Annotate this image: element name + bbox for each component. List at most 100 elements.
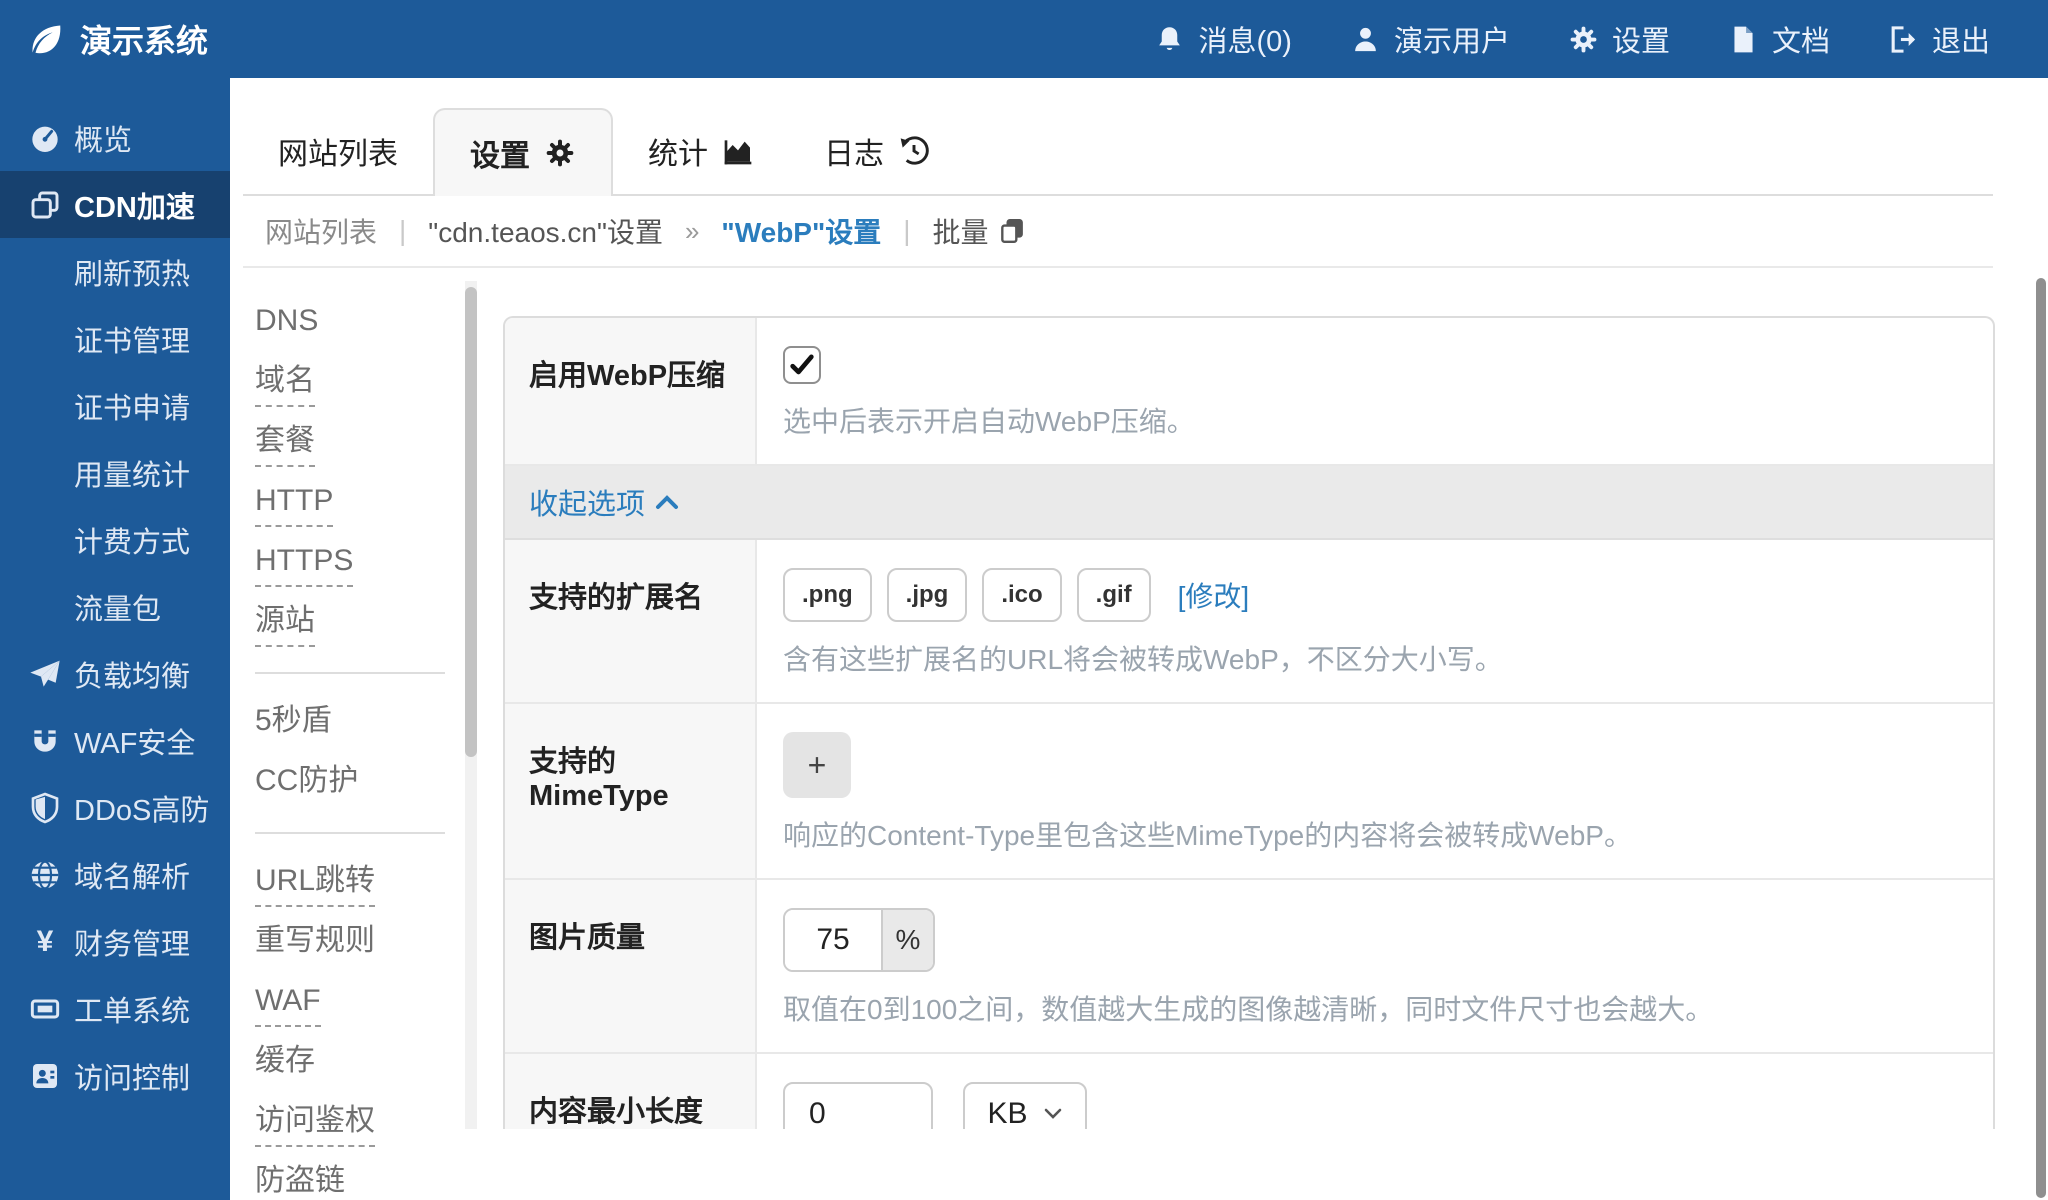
sidebar-item-cdn[interactable]: CDN加速 (0, 171, 230, 238)
modify-extensions-link[interactable]: [修改] (1178, 575, 1250, 615)
percent-addon: % (881, 910, 933, 970)
extension-tag: .jpg (887, 568, 968, 622)
form-row-quality: 图片质量 % 取值在0到100之间，数值越大生成的图像越清晰，同时文件尺寸也会越… (505, 880, 1993, 1054)
nav-item-hotlink[interactable]: 防盗链 (255, 1164, 465, 1200)
paper-plane-icon (28, 657, 62, 691)
nav-item-domain[interactable]: 域名 (255, 364, 465, 424)
enable-webp-help: 选中后表示开启自动WebP压缩。 (783, 400, 1963, 440)
extensions-help: 含有这些扩展名的URL将会被转成WebP，不区分大小写。 (783, 638, 1963, 678)
nav-item-dns[interactable]: DNS (255, 304, 465, 364)
page-scrollbar-thumb[interactable] (2036, 278, 2046, 1198)
nav-item-url-redirect[interactable]: URL跳转 (255, 864, 465, 924)
sidebar-item-overview[interactable]: 概览 (0, 104, 230, 171)
quality-help: 取值在0到100之间，数值越大生成的图像越清晰，同时文件尺寸也会越大。 (783, 988, 1963, 1028)
nav-item-rewrite-rules[interactable]: 重写规则 (255, 924, 465, 984)
document-icon (1728, 24, 1759, 55)
clone-icon (28, 188, 62, 222)
app-title: 演示系统 (80, 16, 208, 62)
messages-button[interactable]: 消息(0) (1154, 18, 1291, 60)
id-card-icon (28, 1059, 62, 1093)
webp-settings-form: 启用WebP压缩 选中后表示开启自动WebP压缩。 收起选项 (503, 316, 1995, 1129)
nav-item-origin[interactable]: 源站 (255, 604, 465, 664)
chevron-down-icon (1043, 1107, 1063, 1121)
settings-content: DNS 域名 套餐 HTTP HTTPS 源站 5秒盾 CC防护 URL跳转 重… (230, 268, 2048, 1129)
globe-icon (28, 858, 62, 892)
enable-webp-checkbox[interactable] (783, 346, 821, 384)
nav-item-cache[interactable]: 缓存 (255, 1044, 465, 1104)
bell-icon (1154, 24, 1185, 55)
batch-button[interactable]: 批量 (933, 211, 1025, 251)
form-row-extensions: 支持的扩展名 .png .jpg .ico .gif [修改] 含有这些扩展名的… (505, 540, 1993, 704)
gauge-icon (28, 121, 62, 155)
magnet-icon (28, 724, 62, 758)
tab-settings[interactable]: 设置 (433, 108, 613, 196)
sidebar-item-cert-apply[interactable]: 证书申请 (0, 372, 230, 439)
sidebar-item-usage-stats[interactable]: 用量统计 (0, 439, 230, 506)
sidebar-item-billing-method[interactable]: 计费方式 (0, 506, 230, 573)
breadcrumb-site-list[interactable]: 网站列表 (265, 211, 377, 251)
nav-item-access-auth[interactable]: 访问鉴权 (255, 1104, 465, 1164)
extension-tag: .ico (982, 568, 1061, 622)
nav-item-http[interactable]: HTTP (255, 484, 465, 544)
tab-bar: 网站列表 设置 统计 (243, 108, 1993, 196)
docs-button[interactable]: 文档 (1728, 18, 1830, 60)
caret-up-icon (655, 493, 679, 511)
sidebar-item-refresh-prefetch[interactable]: 刷新预热 (0, 238, 230, 305)
breadcrumb-webp-settings[interactable]: "WebP"设置 (721, 211, 881, 251)
ticket-icon (28, 992, 62, 1026)
tab-site-list[interactable]: 网站列表 (243, 108, 433, 194)
settings-nav: DNS 域名 套餐 HTTP HTTPS 源站 5秒盾 CC防护 URL跳转 重… (255, 268, 465, 1129)
topbar: 演示系统 消息(0) 演示用户 (0, 0, 2048, 78)
chart-icon (722, 135, 754, 167)
extension-tag: .png (783, 568, 872, 622)
nav-scrollbar[interactable] (465, 281, 477, 1129)
main-content: 网站列表 设置 统计 (230, 78, 2048, 1200)
topbar-menu: 消息(0) 演示用户 设置 (1154, 18, 1990, 60)
nav-divider (255, 672, 445, 674)
check-icon (788, 351, 816, 379)
nav-divider (255, 832, 445, 834)
sidebar-item-dns-resolve[interactable]: 域名解析 (0, 841, 230, 908)
mimetype-help: 响应的Content-Type里包含这些MimeType的内容将会被转成WebP… (783, 814, 1963, 854)
sidebar-item-ddos[interactable]: DDoS高防 (0, 774, 230, 841)
shield-icon (28, 791, 62, 825)
collapse-options-band: 收起选项 (505, 466, 1993, 540)
form-row-mimetype: 支持的MimeType + 响应的Content-Type里包含这些MimeTy… (505, 704, 1993, 880)
form-row-enable-webp: 启用WebP压缩 选中后表示开启自动WebP压缩。 (505, 318, 1993, 466)
app-brand: 演示系统 (28, 16, 208, 62)
sidebar-item-access-control[interactable]: 访问控制 (0, 1042, 230, 1109)
sidebar-item-load-balancer[interactable]: 负载均衡 (0, 640, 230, 707)
breadcrumb-site-settings[interactable]: "cdn.teaos.cn"设置 (428, 211, 663, 251)
sidebar-item-waf[interactable]: WAF安全 (0, 707, 230, 774)
sidebar-item-cert-manage[interactable]: 证书管理 (0, 305, 230, 372)
nav-item-plan[interactable]: 套餐 (255, 424, 465, 484)
breadcrumb-arrow: » (685, 216, 699, 247)
collapse-options-link[interactable]: 收起选项 (529, 481, 679, 523)
nav-item-cc-protect[interactable]: CC防护 (255, 764, 465, 824)
add-mimetype-button[interactable]: + (783, 732, 851, 798)
form-row-min-length: 内容最小长度 KB 0表示不限制，内容长度从文件尺寸或Content-Lengt… (505, 1054, 1993, 1129)
copy-icon (999, 217, 1025, 245)
min-length-unit-select[interactable]: KB (963, 1082, 1087, 1129)
sidebar-item-finance[interactable]: ¥ 财务管理 (0, 908, 230, 975)
extension-tag: .gif (1077, 568, 1151, 622)
settings-button[interactable]: 设置 (1568, 18, 1670, 60)
nav-scrollbar-thumb[interactable] (465, 287, 477, 757)
breadcrumb: 网站列表 | "cdn.teaos.cn"设置 » "WebP"设置 | 批量 (243, 196, 1993, 268)
nav-item-https[interactable]: HTTPS (255, 544, 465, 604)
main-sidebar: 概览 CDN加速 刷新预热 证书管理 证书申请 用量统计 计费方式 (0, 78, 230, 1200)
sidebar-item-traffic-package[interactable]: 流量包 (0, 573, 230, 640)
nav-item-5s-shield[interactable]: 5秒盾 (255, 704, 465, 764)
gear-icon (1568, 24, 1599, 55)
current-user-button[interactable]: 演示用户 (1350, 18, 1510, 60)
logout-button[interactable]: 退出 (1888, 18, 1990, 60)
yen-icon: ¥ (28, 925, 62, 959)
image-quality-input[interactable] (785, 910, 881, 970)
min-length-input[interactable] (783, 1082, 933, 1129)
tab-statistics[interactable]: 统计 (613, 108, 789, 194)
sidebar-item-tickets[interactable]: 工单系统 (0, 975, 230, 1042)
leaf-logo-icon (28, 21, 64, 57)
nav-item-waf[interactable]: WAF (255, 984, 465, 1044)
history-icon (898, 135, 930, 167)
tab-logs[interactable]: 日志 (789, 108, 965, 194)
